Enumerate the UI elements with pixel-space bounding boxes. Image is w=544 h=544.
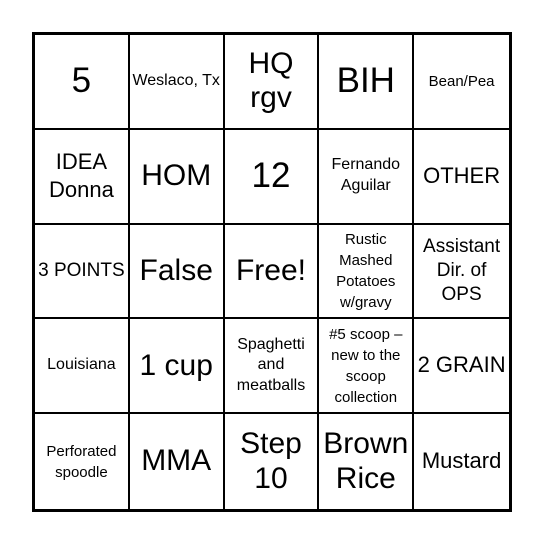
bingo-cell[interactable]: Spaghetti and meatballs	[224, 319, 320, 415]
bingo-cell[interactable]: Brown Rice	[319, 414, 415, 509]
bingo-cell[interactable]: False	[129, 224, 225, 320]
bingo-cell[interactable]: HQ rgv	[224, 35, 320, 130]
bingo-cell[interactable]: Fernando Aguilar	[319, 129, 415, 225]
bingo-cell[interactable]: Louisiana	[35, 319, 130, 415]
bingo-cell[interactable]: 12	[224, 129, 320, 225]
bingo-cell[interactable]: 2 GRAIN	[414, 319, 509, 415]
bingo-cell[interactable]: Perforated spoodle	[35, 414, 130, 509]
bingo-cell[interactable]: 3 POINTS	[35, 224, 130, 320]
bingo-cell[interactable]: Assistant Dir. of OPS	[414, 225, 509, 320]
bingo-cell[interactable]: Bean/Pea	[414, 35, 509, 130]
bingo-cell[interactable]: Rustic Mashed Potatoes w/gravy	[319, 224, 415, 320]
bingo-cell[interactable]: BIH	[319, 35, 415, 130]
bingo-cell[interactable]: Mustard	[414, 414, 509, 509]
free-space-cell[interactable]: Free!	[224, 224, 320, 320]
bingo-cell[interactable]: MMA	[130, 414, 225, 509]
bingo-cell[interactable]: OTHER	[414, 130, 509, 225]
bingo-cell[interactable]: Weslaco, Tx	[129, 35, 225, 130]
bingo-cell[interactable]: 1 cup	[129, 319, 225, 415]
bingo-board: 5 Weslaco, Tx HQ rgv BIH Bean/Pea IDEA D…	[32, 32, 512, 512]
bingo-cell[interactable]: #5 scoop – new to the scoop collection	[319, 319, 415, 415]
bingo-cell[interactable]: IDEA Donna	[35, 129, 130, 225]
bingo-cell[interactable]: HOM	[129, 129, 225, 225]
bingo-cell[interactable]: 5	[35, 35, 130, 130]
bingo-cell[interactable]: Step 10	[225, 414, 320, 509]
